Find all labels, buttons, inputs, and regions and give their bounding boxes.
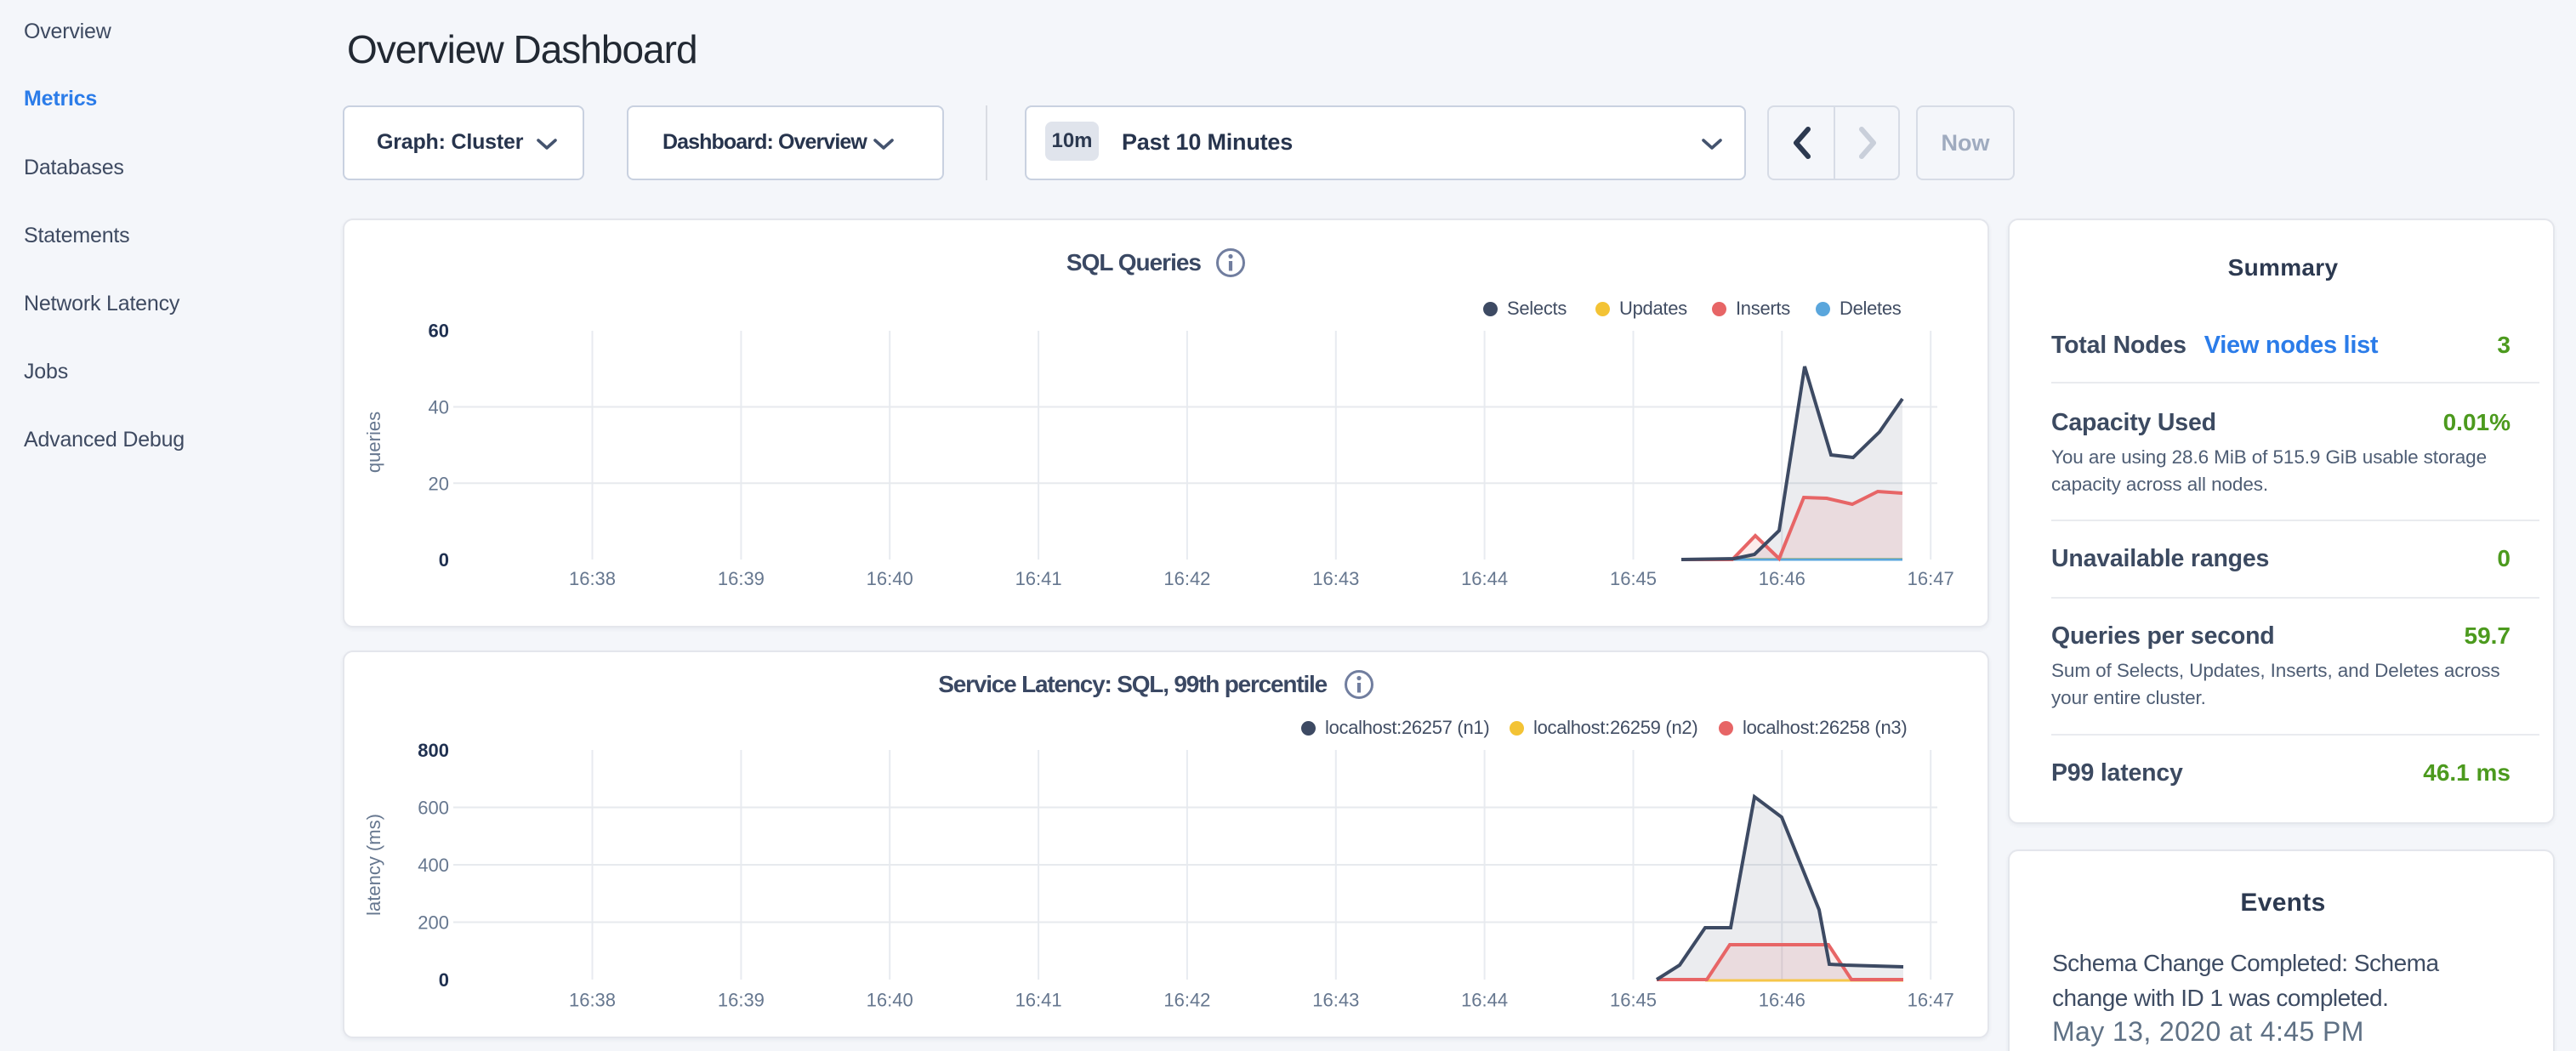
svg-text:16:39: 16:39 <box>718 568 765 589</box>
svg-text:20: 20 <box>429 473 449 494</box>
svg-text:16:38: 16:38 <box>569 568 616 589</box>
svg-text:16:47: 16:47 <box>1908 990 1954 1011</box>
svg-text:40: 40 <box>429 397 449 418</box>
svg-text:60: 60 <box>429 321 449 342</box>
svg-text:16:39: 16:39 <box>718 990 765 1011</box>
svg-text:Service Latency: SQL, 99th per: Service Latency: SQL, 99th percentile <box>938 671 1327 697</box>
svg-text:0: 0 <box>439 549 449 571</box>
svg-text:600: 600 <box>418 798 449 819</box>
svg-text:16:43: 16:43 <box>1312 568 1359 589</box>
svg-text:16:41: 16:41 <box>1015 568 1062 589</box>
svg-text:16:46: 16:46 <box>1759 568 1805 589</box>
svg-text:800: 800 <box>418 740 449 761</box>
svg-text:queries: queries <box>363 412 384 473</box>
svg-text:16:40: 16:40 <box>867 990 913 1011</box>
svg-text:16:43: 16:43 <box>1312 990 1359 1011</box>
svg-text:16:45: 16:45 <box>1610 990 1657 1011</box>
svg-text:16:41: 16:41 <box>1015 990 1062 1011</box>
svg-text:0: 0 <box>439 969 449 991</box>
svg-text:400: 400 <box>418 855 449 876</box>
svg-text:16:40: 16:40 <box>867 568 913 589</box>
svg-text:200: 200 <box>418 912 449 934</box>
svg-text:16:42: 16:42 <box>1163 568 1210 589</box>
svg-text:16:38: 16:38 <box>569 990 616 1011</box>
svg-text:16:47: 16:47 <box>1908 568 1954 589</box>
svg-text:SQL Queries: SQL Queries <box>1066 249 1202 276</box>
svg-text:16:45: 16:45 <box>1610 568 1657 589</box>
svg-text:latency (ms): latency (ms) <box>363 814 384 916</box>
svg-text:16:44: 16:44 <box>1461 990 1508 1011</box>
svg-text:16:42: 16:42 <box>1163 990 1210 1011</box>
svg-text:16:46: 16:46 <box>1759 990 1805 1011</box>
svg-text:16:44: 16:44 <box>1461 568 1508 589</box>
